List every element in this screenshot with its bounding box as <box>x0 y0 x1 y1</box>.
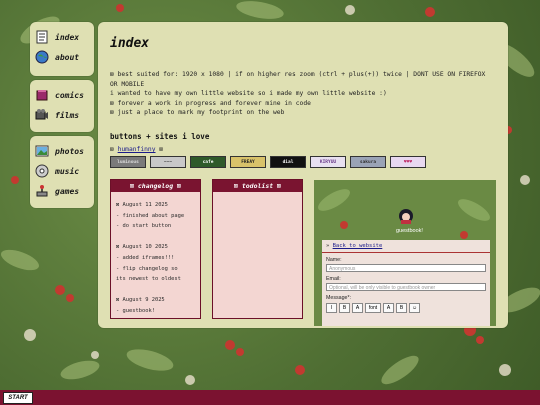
format-tool-button[interactable]: font <box>365 303 381 313</box>
nav-label-films: films <box>55 110 80 120</box>
name-label: Name: <box>326 257 342 263</box>
email-field[interactable]: Optional, will be only visible to guestb… <box>326 283 486 291</box>
nav-item-photos[interactable]: photos <box>30 141 94 161</box>
buttons-section-title: buttons + sites i love <box>110 132 210 141</box>
back-to-website-link[interactable]: Back to website <box>333 243 383 249</box>
nav-item-games[interactable]: games <box>30 181 94 201</box>
intro-line: OR MOBILE <box>110 80 145 88</box>
changelog-title: ⊠ changelog ⊠ <box>111 180 200 192</box>
nav-item-comics[interactable]: comics <box>30 85 94 105</box>
intro-line: ⊠ just a place to mark my footprint on t… <box>110 109 285 117</box>
nav-label-index: index <box>55 32 80 42</box>
link-prefix: ⊠ <box>110 146 118 153</box>
nav-label-photos: photos <box>55 146 84 156</box>
format-tool-button[interactable]: I <box>326 303 337 313</box>
book-icon <box>36 90 48 101</box>
message-toolbar: I B Afont A B ☺ <box>326 303 486 313</box>
joystick-icon <box>36 185 48 197</box>
todolist-body <box>213 192 302 200</box>
site-button[interactable]: ♥♥♥ <box>390 156 426 168</box>
taskbar: START <box>0 390 540 405</box>
changelog-line: ⊠ August 11 2025 <box>116 202 168 208</box>
guestbook-caption: guestbook! <box>396 228 423 234</box>
format-tool-button[interactable]: ☺ <box>409 303 420 313</box>
friend-link-line: ⊠ humanfinny ⊠ <box>110 146 163 153</box>
email-label: Email: <box>326 276 341 282</box>
nav-group-3: photos music games <box>30 136 94 208</box>
todolist-box: ⊠ todolist ⊠ <box>212 179 303 319</box>
intro-text: ⊠ best suited for: 1920 x 1080 | if on h… <box>110 70 495 118</box>
todolist-title: ⊠ todolist ⊠ <box>213 180 302 192</box>
site-button[interactable]: ~~~ <box>150 156 186 168</box>
changelog-line: - added iframes!!! <box>116 254 175 261</box>
nav-item-about[interactable]: about <box>30 47 94 67</box>
main-panel: index ⊠ best suited for: 1920 x 1080 | i… <box>98 22 508 328</box>
guestbook-mascot-icon <box>399 209 413 224</box>
nav-item-music[interactable]: music <box>30 161 94 181</box>
nav-label-music: music <box>55 166 80 176</box>
guestbook-form: » Back to website Name: Anonymous Email:… <box>322 240 490 326</box>
changelog-body: ⊠ August 11 2025 - finished about page - d… <box>111 192 200 317</box>
format-tool-button[interactable]: B <box>339 303 350 313</box>
site-button[interactable]: cafe <box>190 156 226 168</box>
changelog-box: ⊠ changelog ⊠ ⊠ August 11 2025 - finished… <box>110 179 201 319</box>
intro-line: ⊠ forever a work in progress and forever… <box>110 99 311 107</box>
changelog-line: its newest to oldest <box>116 276 181 283</box>
site-buttons-row: luminous ~~~ cafe FREAY dial KIRYUU sakura ♥♥♥ <box>110 156 426 168</box>
intro-line: ⊠ best suited for: 1920 x 1080 | if on h… <box>110 71 486 78</box>
guestbook-frame[interactable]: guestbook! » Back to website Name: Anony… <box>314 180 496 326</box>
start-button[interactable]: START <box>3 392 33 404</box>
changelog-line <box>116 285 195 296</box>
format-tool-button[interactable]: A <box>352 303 363 313</box>
message-label: Message*: <box>326 295 352 301</box>
format-tool-button[interactable]: B <box>396 303 407 313</box>
changelog-line: ⊠ August 10 2025 <box>116 244 168 251</box>
nav-label-games: games <box>55 186 80 196</box>
changelog-line: ⊠ August 9 2025 <box>116 297 165 304</box>
site-button[interactable]: FREAY <box>230 156 266 168</box>
changelog-line: - guestbook! <box>116 307 155 314</box>
nav-item-index[interactable]: index <box>30 27 94 47</box>
site-button[interactable]: KIRYUU <box>310 156 346 168</box>
globe-icon <box>35 50 49 64</box>
changelog-line <box>116 232 195 243</box>
changelog-line: - flip changelog so <box>116 265 178 272</box>
nav-item-films[interactable]: films <box>30 105 94 125</box>
site-button[interactable]: sakura <box>350 156 386 168</box>
back-to-website-row: » Back to website <box>322 240 490 253</box>
humanfinny-link[interactable]: humanfinny <box>118 146 156 153</box>
nav-label-comics: comics <box>55 90 84 100</box>
picture-icon <box>35 145 49 157</box>
music-icon <box>35 164 49 178</box>
document-icon <box>36 30 48 44</box>
film-icon <box>35 109 48 120</box>
name-field[interactable]: Anonymous <box>326 264 486 272</box>
nav-group-2: comics films <box>30 80 94 132</box>
format-tool-button[interactable]: A <box>383 303 394 313</box>
intro-line: i wanted to have my own little website s… <box>110 90 387 98</box>
changelog-line: - do start button <box>116 223 172 230</box>
site-button[interactable]: dial <box>270 156 306 168</box>
nav-group-1: index about <box>30 22 94 76</box>
page-title: index <box>110 36 150 51</box>
changelog-line: - finished about page <box>116 212 185 219</box>
nav-label-about: about <box>55 52 80 62</box>
link-suffix: ⊠ <box>155 146 164 153</box>
back-prefix: » <box>326 243 333 249</box>
site-button[interactable]: luminous <box>110 156 146 168</box>
